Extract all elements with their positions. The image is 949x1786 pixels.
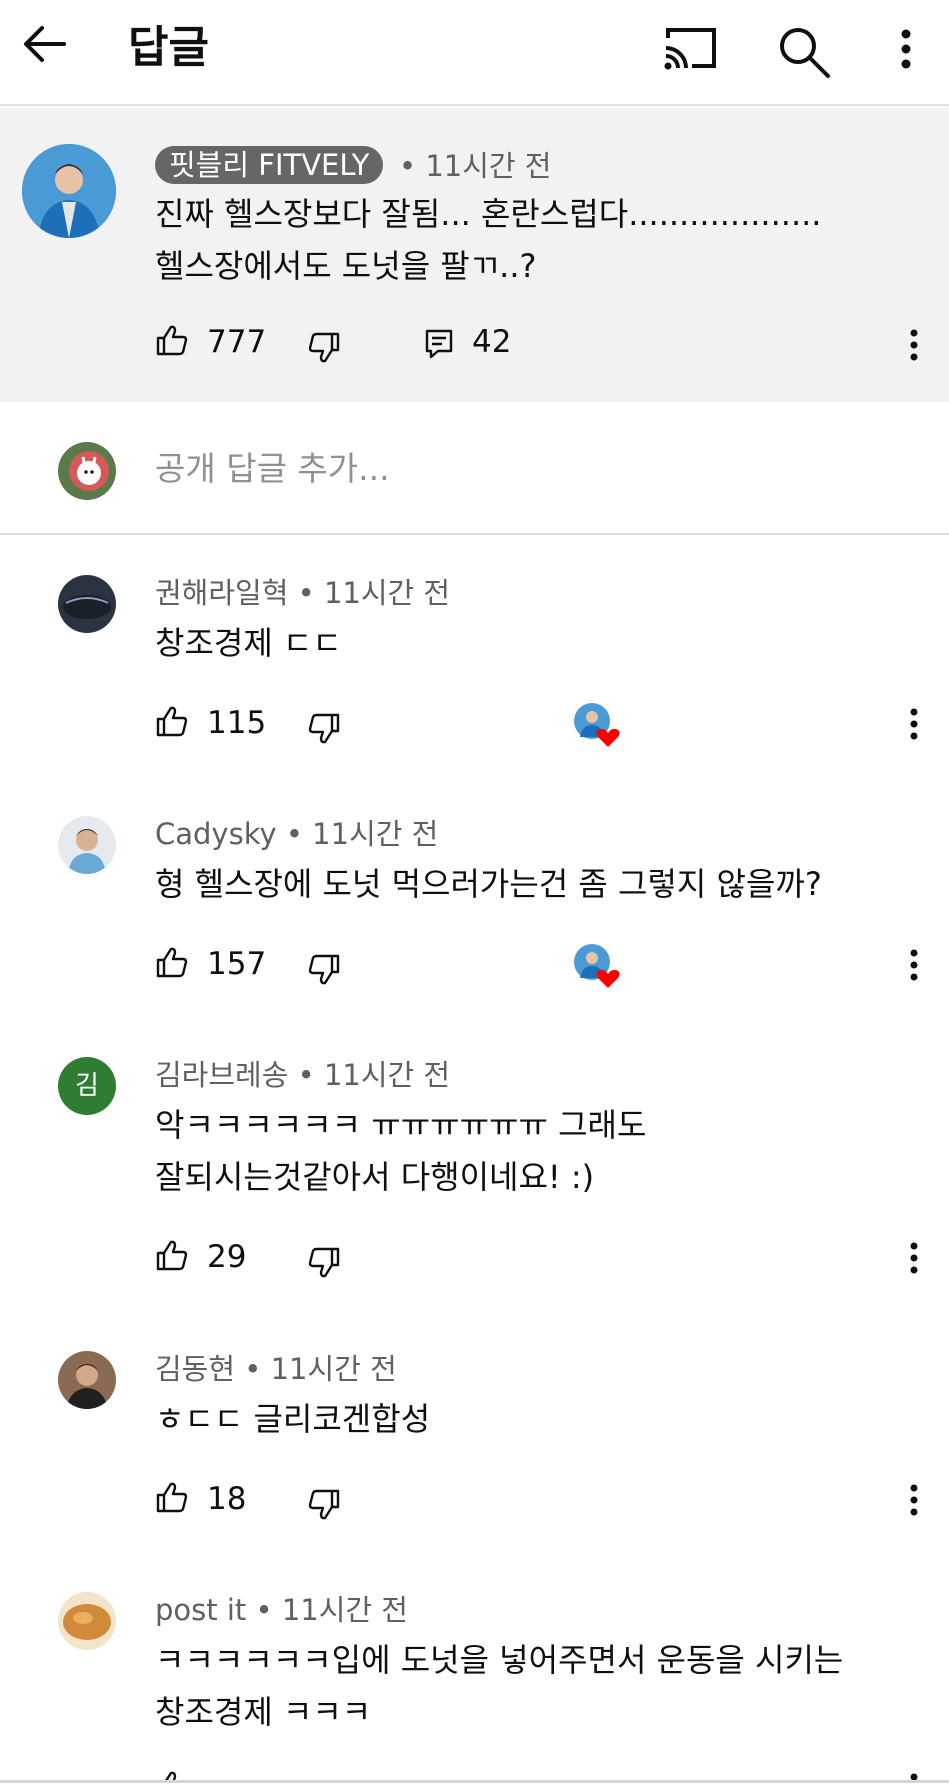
- more-vert-icon[interactable]: [906, 1241, 922, 1275]
- author-name[interactable]: Cadysky: [155, 817, 277, 851]
- comment-time: • 11시간 전: [244, 1352, 397, 1386]
- reply-icon[interactable]: [424, 328, 454, 360]
- thumbs-up-icon[interactable]: [156, 946, 188, 978]
- reply-composer[interactable]: 공개 답글 추가...: [0, 402, 949, 535]
- back-arrow-icon[interactable]: [20, 24, 84, 80]
- comment-text-line: 악ㅋㅋㅋㅋㅋㅋ ㅠㅠㅠㅠㅠㅠ 그래도: [155, 1106, 647, 1144]
- creator-heart-icon: [572, 942, 624, 990]
- comment-text-line: 창조경제 ㄷㄷ: [155, 624, 342, 662]
- thumbs-up-icon[interactable]: [156, 1481, 188, 1513]
- more-vert-icon[interactable]: [906, 948, 922, 982]
- comment-time: • 11시간 전: [255, 1593, 408, 1627]
- reply-input[interactable]: 공개 답글 추가...: [155, 444, 390, 494]
- like-count: 29: [207, 1239, 247, 1275]
- comment-time: • 11시간 전: [399, 149, 552, 183]
- avatar[interactable]: [58, 575, 116, 633]
- comment-item: Cadysky • 11시간 전 형 헬스장에 도넛 먹으러가는건 좀 그렇지 …: [0, 776, 949, 1016]
- comment-item: 권해라일혁 • 11시간 전 창조경제 ㄷㄷ 115: [0, 535, 949, 775]
- comment-time: • 11시간 전: [285, 817, 439, 851]
- comment-author: Cadysky • 11시간 전: [155, 816, 438, 852]
- creator-heart-icon: [572, 701, 624, 749]
- divider: [0, 1780, 949, 1783]
- comment-text-line: ㅋㅋㅋㅋㅋㅋ입에 도넛을 넣어주면서 운동을 시키는: [155, 1641, 844, 1679]
- like-count: 777: [207, 324, 267, 360]
- thumbs-down-icon[interactable]: [308, 1247, 340, 1279]
- comment-author: 권해라일혁 • 11시간 전: [155, 575, 450, 611]
- like-count: 157: [207, 946, 267, 982]
- like-count: 115: [207, 705, 267, 741]
- more-vert-icon[interactable]: [906, 1772, 922, 1780]
- comment-item: post it • 11시간 전 ㅋㅋㅋㅋㅋㅋ입에 도넛을 넣어주면서 운동을 …: [0, 1552, 949, 1780]
- thumbs-down-icon[interactable]: [308, 1489, 340, 1521]
- more-vert-icon[interactable]: [906, 1483, 922, 1517]
- thumbs-down-icon[interactable]: [308, 954, 340, 986]
- comment-text-line: ㅎㄷㄷ 글리코겐합성: [155, 1400, 431, 1438]
- channel-owner-badge[interactable]: 핏블리 FITVELY: [155, 146, 384, 184]
- thumbs-down-icon[interactable]: [308, 713, 340, 745]
- comment-text-line: 진짜 헬스장보다 잘됨... 혼란스럽다...................: [155, 195, 822, 233]
- comment-author: 김동현 • 11시간 전: [155, 1351, 397, 1387]
- thumbs-up-icon[interactable]: [156, 1770, 188, 1780]
- parent-comment: 핏블리 FITVELY • 11시간 전 진짜 헬스장보다 잘됨... 혼란스럽…: [0, 108, 949, 402]
- avatar: [58, 442, 116, 500]
- author-name[interactable]: post it: [155, 1593, 246, 1627]
- thumbs-up-icon[interactable]: [156, 324, 188, 356]
- cast-icon[interactable]: [654, 22, 722, 82]
- more-vert-icon[interactable]: [906, 707, 922, 741]
- avatar[interactable]: [22, 144, 116, 238]
- comment-item: 김동현 • 11시간 전 ㅎㄷㄷ 글리코겐합성 18: [0, 1311, 949, 1551]
- comment-text-line: 창조경제 ㅋㅋㅋ: [155, 1693, 372, 1731]
- comment-text-line: 잘되시는것같아서 다행이네요! :): [155, 1158, 595, 1196]
- author-name[interactable]: 김라브레송: [155, 1058, 288, 1092]
- avatar[interactable]: [58, 1592, 116, 1650]
- comment-item: 김 김라브레송 • 11시간 전 악ㅋㅋㅋㅋㅋㅋ ㅠㅠㅠㅠㅠㅠ 그래도 잘되시는…: [0, 1017, 949, 1307]
- comment-time: • 11시간 전: [297, 1058, 451, 1092]
- more-vert-icon[interactable]: [906, 328, 922, 362]
- page-title: 답글: [128, 22, 209, 73]
- search-icon[interactable]: [772, 20, 836, 84]
- author-name[interactable]: 김동현: [155, 1352, 235, 1386]
- like-count: 18: [207, 1481, 247, 1517]
- avatar[interactable]: 김: [58, 1057, 116, 1115]
- avatar[interactable]: [58, 816, 116, 874]
- thumbs-up-icon[interactable]: [156, 705, 188, 737]
- comment-text-line: 헬스장에서도 도넛을 팔ㄲ..?: [155, 247, 537, 285]
- author-name[interactable]: 권해라일혁: [155, 576, 288, 610]
- thumbs-up-icon[interactable]: [156, 1239, 188, 1271]
- comment-author: post it • 11시간 전: [155, 1592, 408, 1628]
- comment-text-line: 형 헬스장에 도넛 먹으러가는건 좀 그렇지 않을까?: [155, 865, 822, 903]
- reply-count[interactable]: 42: [472, 324, 511, 360]
- comment-time: • 11시간 전: [297, 576, 451, 610]
- app-header: 답글: [0, 0, 949, 104]
- thumbs-down-icon[interactable]: [308, 332, 340, 364]
- avatar[interactable]: [58, 1351, 116, 1409]
- comment-author: 김라브레송 • 11시간 전: [155, 1057, 450, 1093]
- more-vert-icon[interactable]: [888, 22, 924, 82]
